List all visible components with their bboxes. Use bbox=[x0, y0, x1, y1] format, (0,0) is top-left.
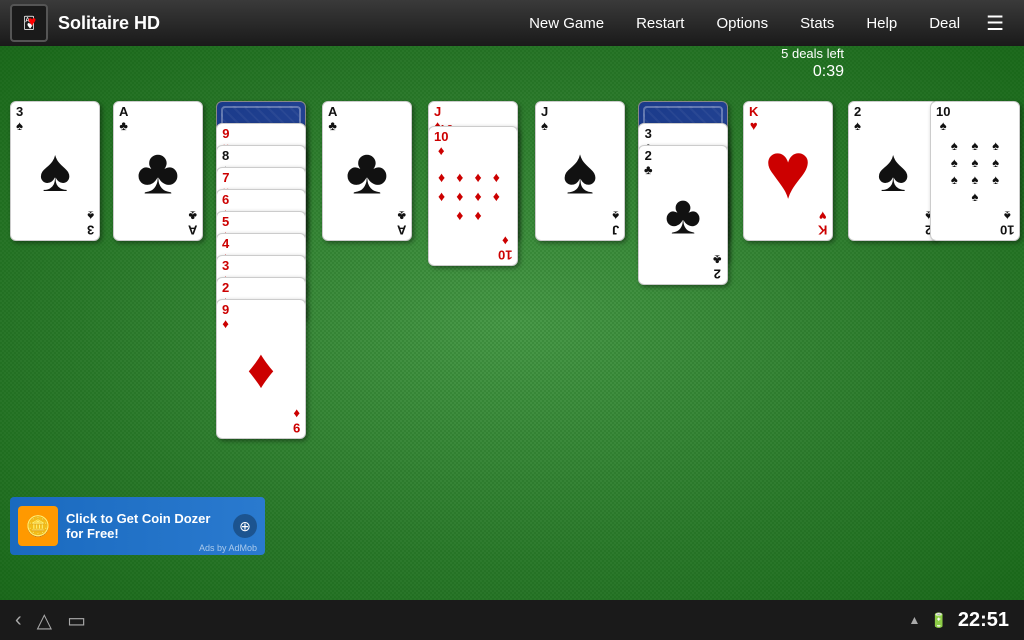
back-button[interactable]: ‹ bbox=[15, 609, 22, 632]
card-2-clubs[interactable]: 2♣ ♣ 2♣ bbox=[638, 145, 728, 285]
ad-image: 🪙 bbox=[18, 506, 58, 546]
ad-text: Click to Get Coin Dozer for Free! bbox=[66, 511, 225, 541]
ad-label: Ads by AdMob bbox=[199, 543, 257, 553]
menu-icon[interactable]: ☰ bbox=[976, 5, 1014, 42]
card-3-spades[interactable]: 3♠ ♠ 3♠ bbox=[10, 101, 100, 241]
card-king-hearts[interactable]: K♥ ♥ K♥ bbox=[743, 101, 833, 241]
card-ace-clubs-2[interactable]: A♣ ♣ A♣ bbox=[322, 101, 412, 241]
nav-buttons: New Game Restart Options Stats Help Deal… bbox=[513, 5, 1014, 42]
ad-title: Click to Get Coin Dozer for Free! bbox=[66, 511, 225, 541]
card-10-spades[interactable]: 10♠ ♠♠♠ ♠♠♠ ♠♠♠ ♠ 10♠ bbox=[930, 101, 1020, 241]
card-jack-spades[interactable]: J♠ ♠ J♠ bbox=[535, 101, 625, 241]
deal-button[interactable]: Deal bbox=[913, 9, 976, 38]
recent-button[interactable]: ▭ bbox=[67, 608, 86, 633]
app-title: Solitaire HD bbox=[58, 13, 513, 34]
options-button[interactable]: Options bbox=[700, 9, 784, 38]
ad-close-button[interactable]: ⊕ bbox=[233, 514, 257, 538]
card-ace-clubs[interactable]: A♣ ♣ A♣ bbox=[113, 101, 203, 241]
stats-button[interactable]: Stats bbox=[784, 9, 850, 38]
status-bar: ‹ △ ▭ ▲ 🔋 22:51 bbox=[0, 600, 1024, 640]
wifi-icon: ▲ bbox=[909, 613, 921, 627]
app-icon: 🂱 ♥ bbox=[10, 4, 48, 42]
game-area[interactable]: 3♠ ♠ 3♠ A♣ ♣ A♣ 9♥ 8♠ 7♥ 6♦ 5♦ 4♦ bbox=[0, 46, 1024, 600]
home-button[interactable]: △ bbox=[37, 608, 52, 633]
help-button[interactable]: Help bbox=[850, 9, 913, 38]
ad-banner[interactable]: 🪙 Click to Get Coin Dozer for Free! ⊕ Ad… bbox=[10, 497, 265, 555]
header: 🂱 ♥ Solitaire HD New Game Restart Option… bbox=[0, 0, 1024, 46]
battery-icon: 🔋 bbox=[930, 612, 947, 629]
card-2-spades[interactable]: 2♠ ♠ 2♠ bbox=[848, 101, 938, 241]
status-right: ▲ 🔋 22:51 bbox=[909, 609, 1009, 632]
new-game-button[interactable]: New Game bbox=[513, 9, 620, 38]
restart-button[interactable]: Restart bbox=[620, 9, 700, 38]
stack-card-8[interactable]: 9♦ ♦9♦ bbox=[216, 299, 306, 439]
deals-left: 5 deals left 0:39 bbox=[781, 46, 844, 81]
clock: 22:51 bbox=[958, 609, 1009, 632]
game-timer: 0:39 bbox=[781, 63, 844, 81]
deals-left-text: 5 deals left bbox=[781, 46, 844, 61]
card-10-diamonds[interactable]: 10♦ ♦♦♦♦ ♦♦♦♦ ♦♦ 10♦ bbox=[428, 126, 518, 266]
